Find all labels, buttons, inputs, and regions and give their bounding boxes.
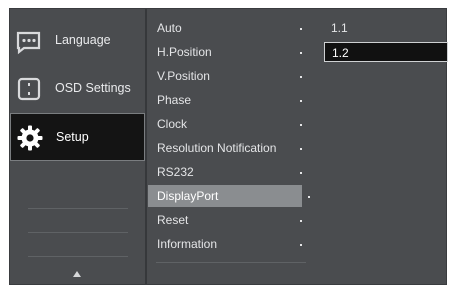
setup-item-h-position[interactable]: H.Position	[148, 41, 316, 63]
bullet	[300, 172, 302, 174]
option-1-2[interactable]: 1.2	[324, 42, 448, 62]
bullet	[300, 148, 302, 150]
setup-item-label: Clock	[157, 117, 188, 131]
setup-item-phase[interactable]: Phase	[148, 89, 316, 111]
bullet	[300, 220, 302, 222]
bullet	[308, 196, 310, 198]
category-language-label: Language	[55, 33, 111, 47]
setup-item-label: Resolution Notification	[157, 141, 277, 155]
category-osd-settings[interactable]: OSD Settings	[10, 65, 145, 113]
left-category-panel: Language OSD Settings Setup	[10, 9, 145, 284]
bullet	[300, 244, 302, 246]
setup-item-v-position[interactable]: V.Position	[148, 65, 316, 87]
divider	[28, 256, 128, 257]
setup-item-clock[interactable]: Clock	[148, 113, 316, 135]
bullet	[300, 28, 302, 30]
setup-item-rs232[interactable]: RS232	[148, 161, 316, 183]
bullet	[300, 124, 302, 126]
setup-item-label: H.Position	[157, 45, 212, 59]
bullet	[300, 100, 302, 102]
option-1-1[interactable]: 1.1	[324, 18, 448, 38]
language-icon	[16, 31, 41, 55]
setup-item-resolution-notification[interactable]: Resolution Notification	[148, 137, 316, 159]
divider	[28, 208, 128, 209]
divider	[156, 262, 306, 263]
setup-item-reset[interactable]: Reset	[148, 209, 316, 231]
setup-item-displayport-bullet	[302, 185, 316, 207]
divider	[28, 232, 128, 233]
osd-settings-icon	[17, 77, 41, 101]
category-language[interactable]: Language	[10, 17, 145, 65]
category-setup-label: Setup	[56, 130, 89, 144]
setup-item-label: V.Position	[157, 69, 210, 83]
setup-item-label: Auto	[157, 21, 182, 35]
setup-item-label: Phase	[157, 93, 192, 107]
up-arrow-icon[interactable]	[73, 271, 81, 277]
setup-item-auto[interactable]: Auto	[148, 17, 316, 39]
osd-menu: Language OSD Settings Setup Auto H.Posit…	[9, 8, 448, 285]
setup-item-label: Information	[157, 237, 218, 251]
gear-icon	[17, 125, 43, 151]
option-label: 1.2	[332, 46, 349, 60]
setup-item-label: Reset	[157, 213, 189, 227]
panel-divider	[145, 9, 147, 284]
option-label: 1.1	[331, 21, 348, 35]
category-setup[interactable]: Setup	[10, 113, 145, 161]
setup-item-label: RS232	[157, 165, 194, 179]
setup-item-displayport[interactable]: DisplayPort	[148, 185, 302, 207]
bullet	[300, 76, 302, 78]
bullet	[300, 52, 302, 54]
setup-item-label: DisplayPort	[157, 189, 219, 203]
category-osd-settings-label: OSD Settings	[55, 81, 131, 95]
setup-item-information[interactable]: Information	[148, 233, 316, 255]
